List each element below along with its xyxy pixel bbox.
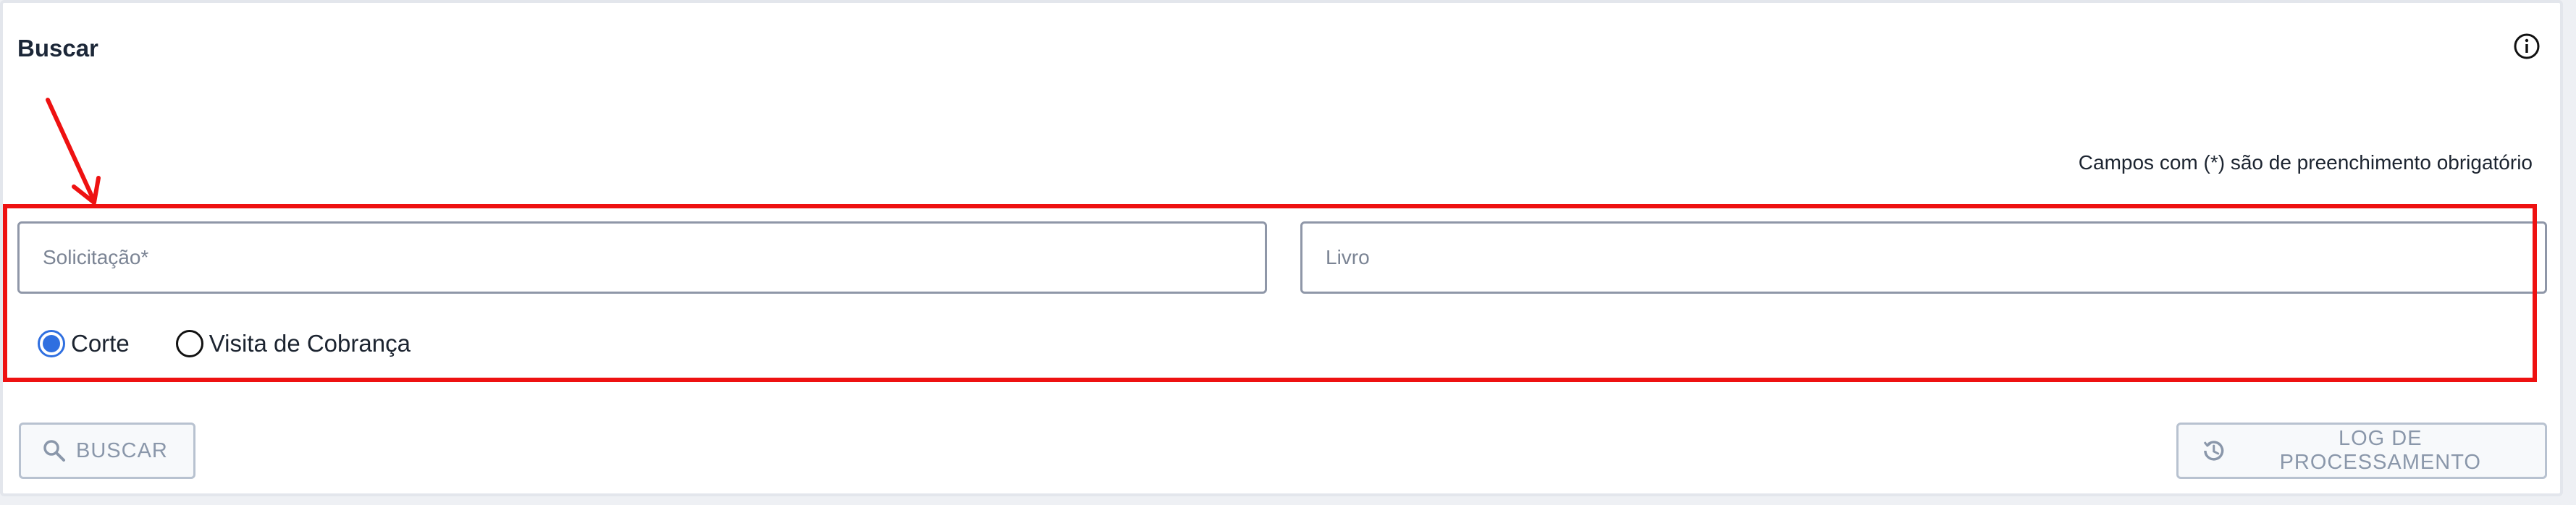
processing-log-button[interactable]: LOG DE PROCESSAMENTO xyxy=(2176,423,2547,479)
radio-unchecked-icon xyxy=(175,330,203,357)
search-button[interactable]: BUSCAR xyxy=(19,423,195,479)
solicitacao-input[interactable] xyxy=(17,221,1267,294)
search-icon xyxy=(43,440,65,462)
search-button-label: BUSCAR xyxy=(76,438,168,462)
required-fields-note: Campos com (*) são de preenchimento obri… xyxy=(2078,151,2533,174)
search-card: Buscar Campos com (*) são de preenchimen… xyxy=(0,0,2563,496)
history-icon xyxy=(2203,441,2224,461)
info-icon[interactable] xyxy=(2512,32,2541,61)
radio-checked-icon xyxy=(38,330,65,357)
livro-input[interactable] xyxy=(1300,221,2547,294)
page-title: Buscar xyxy=(17,35,98,61)
radio-corte-label: Corte xyxy=(71,330,130,357)
radio-visita-cobranca[interactable]: Visita de Cobrança xyxy=(175,330,411,357)
radio-corte[interactable]: Corte xyxy=(38,330,130,357)
processing-log-label: LOG DE PROCESSAMENTO xyxy=(2279,427,2481,474)
radio-visita-cobranca-label: Visita de Cobrança xyxy=(209,330,411,357)
radio-group: Corte Visita de Cobrança xyxy=(38,330,457,357)
